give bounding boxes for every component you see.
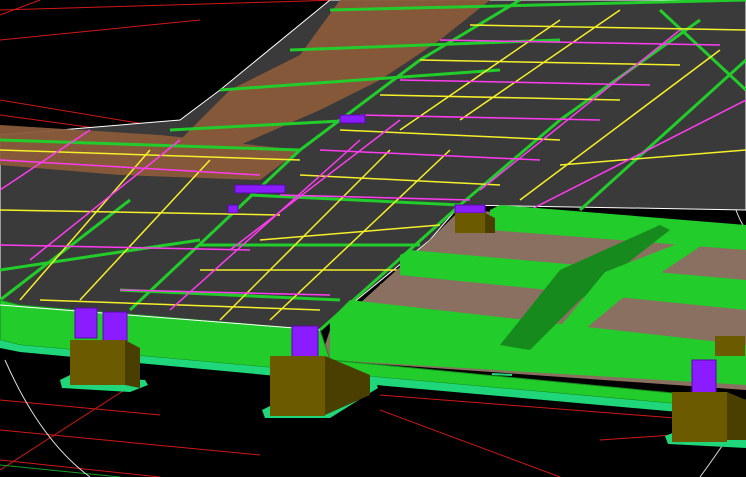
marker-dash — [491, 373, 513, 376]
column-7 — [339, 114, 366, 124]
column-4 — [691, 359, 717, 395]
column-5 — [454, 204, 486, 214]
column-3 — [291, 325, 319, 359]
column-8 — [227, 204, 239, 214]
3d-structural-viewport[interactable] — [0, 0, 746, 477]
footing-4 — [455, 213, 495, 233]
column-1 — [74, 307, 98, 339]
column-6 — [234, 184, 286, 194]
footing-3 — [665, 392, 746, 448]
footing-5 — [715, 336, 745, 356]
footing-1 — [60, 340, 148, 392]
column-2 — [102, 311, 128, 343]
